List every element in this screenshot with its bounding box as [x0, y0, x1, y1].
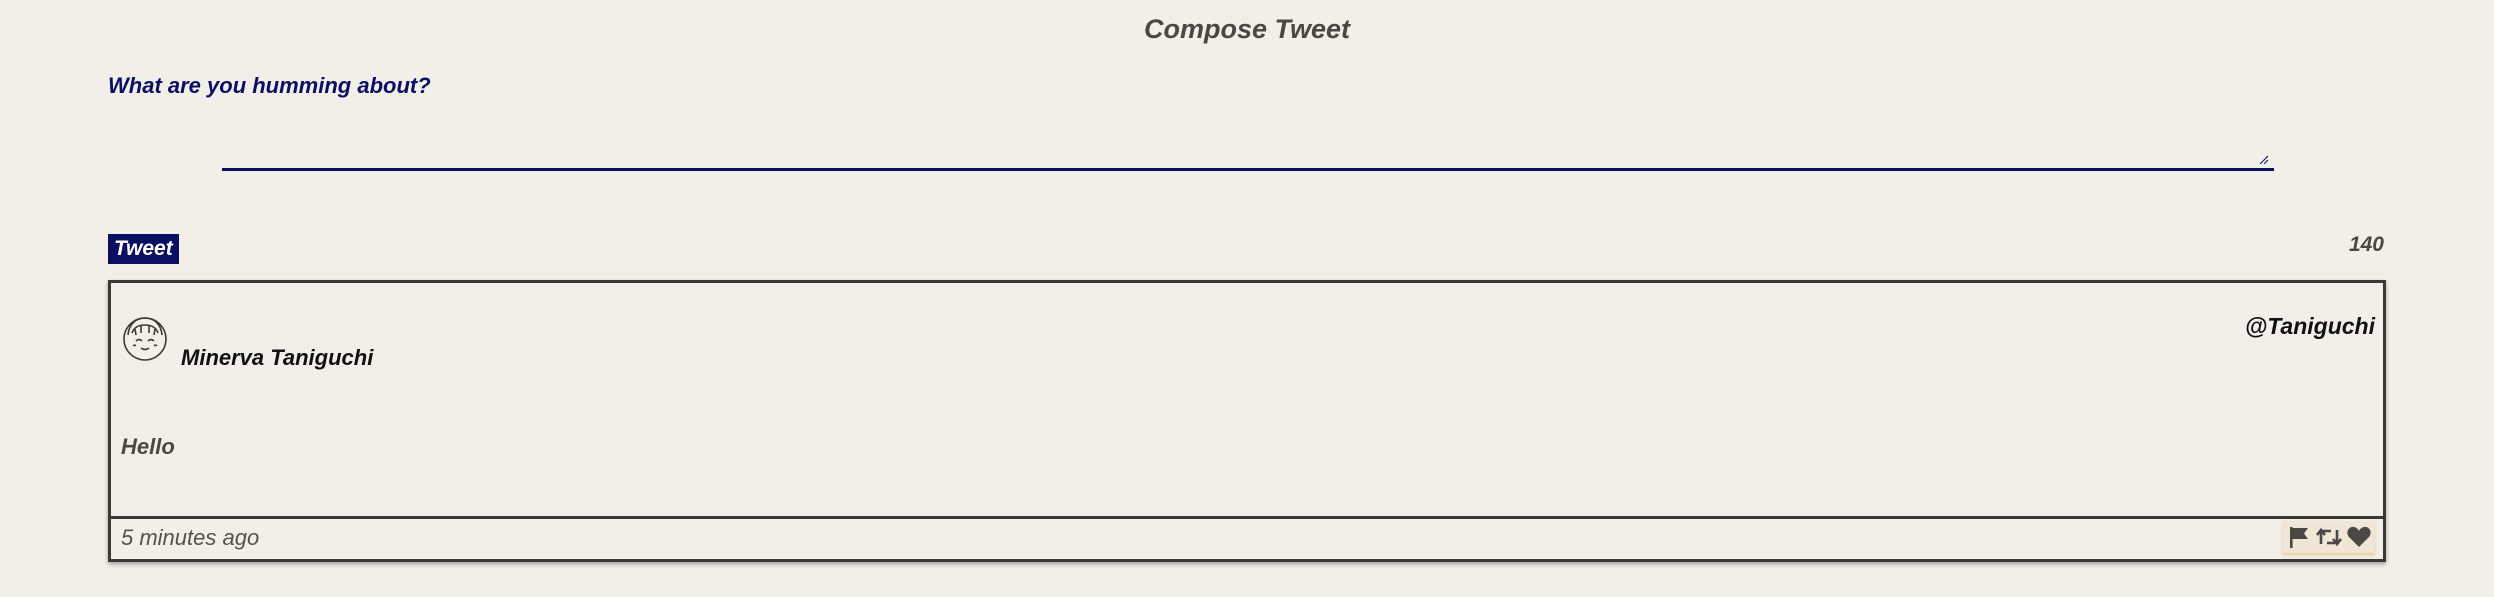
tweet-actions: [2283, 521, 2375, 553]
retweet-icon[interactable]: [2315, 523, 2343, 551]
compose-prompt-label: What are you humming about?: [108, 73, 431, 98]
tweet-card: Minerva Taniguchi @Taniguchi Hello 5 min…: [108, 280, 2386, 562]
author-handle[interactable]: @Taniguchi: [2245, 313, 2375, 340]
page-title: Compose Tweet: [1143, 14, 1351, 44]
flag-icon[interactable]: [2285, 523, 2313, 551]
tweet-footer: 5 minutes ago: [111, 516, 2383, 559]
char-count: 140: [2348, 233, 2384, 256]
girl-face-icon: [123, 317, 167, 361]
heart-icon[interactable]: [2345, 523, 2373, 551]
tweet-input[interactable]: [222, 112, 2274, 171]
tweet-text: Hello: [121, 434, 175, 459]
tweet-timestamp: 5 minutes ago: [121, 525, 260, 550]
author-name: Minerva Taniguchi: [181, 345, 374, 370]
tweet-button[interactable]: Tweet: [108, 234, 179, 264]
resize-grip-icon[interactable]: [2258, 154, 2268, 164]
compose-tweet-page: Compose Tweet What are you humming about…: [0, 0, 2494, 597]
